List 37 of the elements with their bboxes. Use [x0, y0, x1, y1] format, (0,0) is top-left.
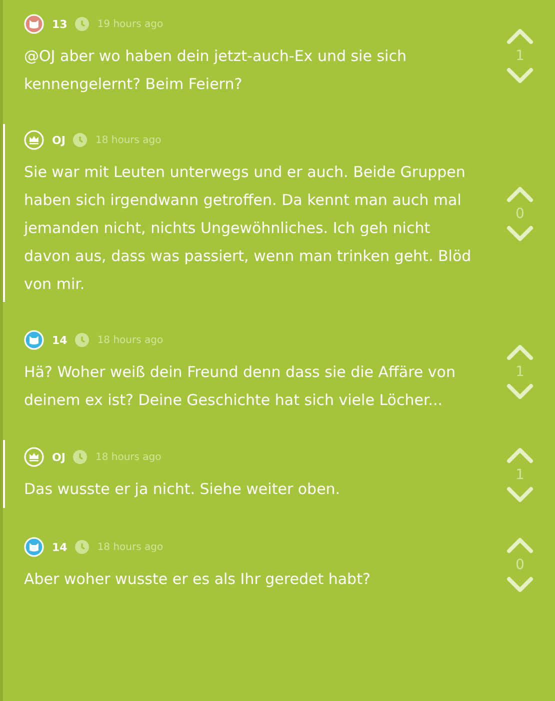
upvote-button[interactable]	[506, 536, 534, 554]
downvote-button[interactable]	[506, 576, 534, 594]
author-name: 13	[52, 18, 68, 30]
clock-icon	[73, 450, 88, 464]
comment-text: @OJ aber wo haben dein jetzt-auch-Ex und sie sich kennengelernt? Beim Feiern?	[24, 46, 408, 95]
crown-avatar-icon	[24, 447, 44, 467]
clock-icon	[75, 540, 90, 554]
comment-text: Das wusste er ja nicht. Siehe weiter oben.	[24, 479, 342, 500]
clock-icon	[73, 133, 88, 147]
timestamp: 18 hours ago	[97, 542, 164, 552]
author-name: 14	[52, 540, 68, 554]
upvote-button[interactable]	[506, 27, 534, 45]
vote-count: 1	[516, 363, 524, 381]
downvote-button[interactable]	[506, 225, 534, 243]
clock-icon	[75, 333, 90, 347]
comment-text: Sie war mit Leuten unterwegs und er auch. Beide Gruppen haben sich irgendwann getroffen. Da kennt man auch mal jemanden nicht, nichts Ungewöhnliches. Ich geh nicht davon aus, dass was passiert, wenn man trinken geht. Blöd von mir.	[24, 162, 472, 295]
vote-count: 1	[516, 47, 524, 65]
author-name: 14	[52, 334, 68, 346]
author-name: OJ	[52, 134, 66, 146]
downvote-button[interactable]	[506, 486, 534, 504]
vote-count: 0	[516, 205, 524, 223]
timestamp: 18 hours ago	[95, 134, 162, 146]
timestamp: 18 hours ago	[95, 452, 162, 462]
vote-count: 0	[516, 556, 524, 574]
crown-avatar-icon	[24, 130, 44, 150]
comment-text: Hä? Woher weiß dein Freund denn dass sie die Affäre von deinem ex ist? Deine Geschichte hat sich viele Löcher...	[24, 362, 456, 411]
timestamp: 18 hours ago	[97, 334, 164, 346]
upvote-button[interactable]	[506, 343, 534, 361]
downvote-button[interactable]	[506, 67, 534, 85]
vote-count: 1	[516, 466, 524, 484]
author-name: OJ	[52, 450, 66, 464]
clock-icon	[75, 17, 90, 31]
downvote-button[interactable]	[506, 383, 534, 401]
comment-text: Aber woher wusste er es als Ihr geredet habt?	[24, 569, 372, 590]
upvote-button[interactable]	[506, 185, 534, 203]
timestamp: 19 hours ago	[97, 18, 164, 30]
upvote-button[interactable]	[506, 446, 534, 464]
